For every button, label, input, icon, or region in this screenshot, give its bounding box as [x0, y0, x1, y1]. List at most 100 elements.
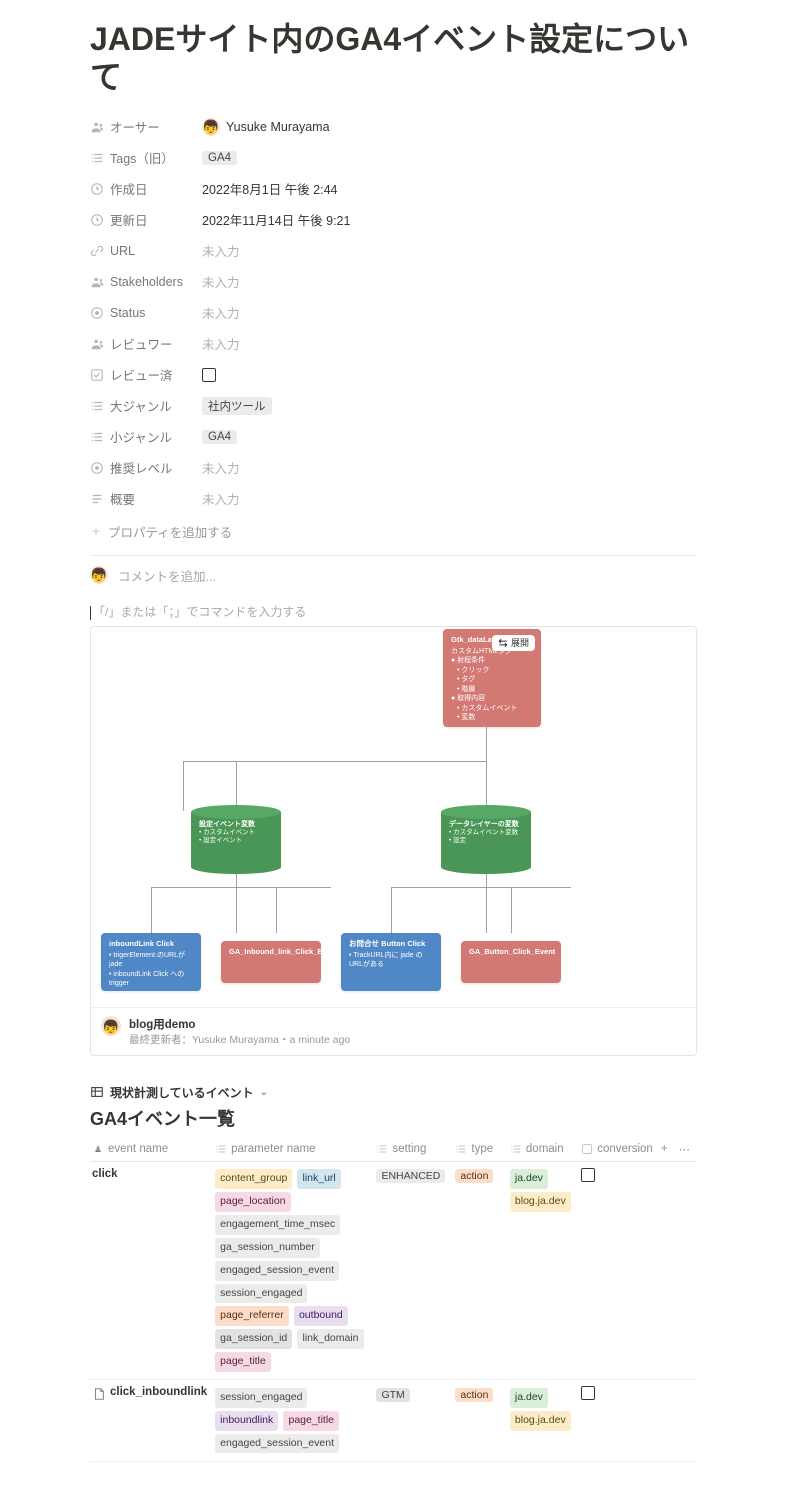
embed-title: blog用demo: [129, 1016, 350, 1032]
col-setting[interactable]: setting: [374, 1137, 453, 1162]
page-title: JADEサイト内のGA4イベント設定について: [90, 20, 697, 97]
people-icon: [90, 120, 104, 134]
tag-chip: ENHANCED: [376, 1169, 445, 1183]
embed-subtitle: 最終更新者：Yusuke Murayama・a minute ago: [129, 1032, 350, 1047]
col-conversion[interactable]: conversion: [579, 1137, 659, 1162]
list-icon: [376, 1143, 388, 1155]
prop-url[interactable]: URL 未入力: [90, 239, 697, 263]
col-parameter[interactable]: parameter name: [213, 1137, 374, 1162]
editor-placeholder[interactable]: 「/」または「；」でコマンドを入力する: [90, 603, 697, 620]
list-icon: [90, 430, 104, 444]
col-domain[interactable]: domain: [508, 1137, 579, 1162]
prop-reviewer[interactable]: レビュワー 未入力: [90, 332, 697, 356]
tag-chip: engaged_session_event: [215, 1434, 339, 1454]
tag-chip: action: [455, 1169, 493, 1183]
diagram-node-b1: inboundLink Click • trigerElement.のURLがj…: [101, 933, 201, 991]
tag-chip: link_url: [297, 1169, 340, 1189]
link-icon: [90, 244, 104, 258]
list-icon: [510, 1143, 522, 1155]
diagram-canvas: 展開 Gtk_dataLayer カスタムHTMLタグ ● 射程条件 • クリッ…: [91, 627, 696, 1007]
list-icon: [215, 1143, 227, 1155]
diagram-node-b4: GA_Button_Click_Event: [461, 941, 561, 983]
tag-chip: blog.ja.dev: [510, 1411, 571, 1431]
tag-chip: session_engaged: [215, 1284, 307, 1304]
text-icon: [90, 492, 104, 506]
diagram-embed[interactable]: 展開 Gtk_dataLayer カスタムHTMLタグ ● 射程条件 • クリッ…: [90, 626, 697, 1056]
avatar: 👦: [90, 566, 108, 584]
tag-chip: inboundlink: [215, 1411, 278, 1431]
tag-chip: engaged_session_event: [215, 1261, 339, 1281]
database-title[interactable]: GA4イベント一覧: [90, 1105, 697, 1131]
tag-chip: action: [455, 1388, 493, 1402]
table-row[interactable]: click_inboundlinksession_engaged inbound…: [90, 1380, 697, 1462]
diagram-node-b2: GA_Inbound_link_Click_Event: [221, 941, 321, 983]
divider: [90, 555, 697, 556]
prop-category[interactable]: 大ジャンル 社内ツール: [90, 394, 697, 418]
prop-owner[interactable]: オーサー 👦Yusuke Murayama: [90, 115, 697, 139]
list-icon: [455, 1143, 467, 1155]
add-comment[interactable]: 👦 コメントを追加...: [90, 566, 697, 585]
avatar: 👦: [202, 118, 220, 136]
prop-updated[interactable]: 更新日 2022年11月14日 午後 9:21: [90, 208, 697, 232]
diagram-node-b3: お問合せ Button Click • TrackURL内に jade のURL…: [341, 933, 441, 991]
tag-chip: ga_session_id: [215, 1329, 292, 1349]
tag-chip: page_location: [215, 1192, 290, 1212]
col-type[interactable]: type: [453, 1137, 508, 1162]
tag-chip: page_title: [215, 1352, 271, 1372]
prop-status[interactable]: Status 未入力: [90, 301, 697, 325]
tag-chip: content_group: [215, 1169, 292, 1189]
list-icon: [90, 399, 104, 413]
table-row[interactable]: clickcontent_group link_url page_locatio…: [90, 1161, 697, 1380]
add-property-button[interactable]: プロパティを追加する: [90, 522, 697, 541]
checkbox-input[interactable]: [202, 368, 216, 382]
prop-created[interactable]: 作成日 2022年8月1日 午後 2:44: [90, 177, 697, 201]
tag-chip: page_title: [283, 1411, 339, 1431]
diagram-node-top: 展開 Gtk_dataLayer カスタムHTMLタグ ● 射程条件 • クリッ…: [443, 629, 541, 727]
col-event-name[interactable]: event name: [90, 1137, 213, 1162]
list-icon: [90, 151, 104, 165]
tag-chip: engagement_time_msec: [215, 1215, 340, 1235]
checkbox-input[interactable]: [581, 1386, 595, 1400]
tag-chip: ja.dev: [510, 1169, 548, 1189]
prop-stakeholders[interactable]: Stakeholders 未入力: [90, 270, 697, 294]
expand-icon: [498, 638, 508, 648]
status-icon: [90, 461, 104, 475]
plus-icon: [90, 525, 102, 537]
tag-chip: ga_session_number: [215, 1238, 320, 1258]
chevron-down-icon: ⌄: [260, 1087, 268, 1098]
database-view-tab[interactable]: 現状計測しているイベント ⌄: [90, 1084, 697, 1101]
checkbox-icon: [90, 368, 104, 382]
diagram-cylinder-left: 設定イベント変数 • カスタムイベント • 設定イベント: [191, 812, 281, 867]
more-button[interactable]: ⋯: [676, 1137, 697, 1162]
text-icon: [92, 1143, 104, 1155]
prop-recommend[interactable]: 推奨レベル 未入力: [90, 456, 697, 480]
table-icon: [90, 1085, 104, 1099]
tag-chip: session_engaged: [215, 1388, 307, 1408]
tag-chip: link_domain: [297, 1329, 363, 1349]
tag-chip: ja.dev: [510, 1388, 548, 1408]
database-table: event name parameter name setting type d…: [90, 1137, 697, 1462]
prop-reviewed[interactable]: レビュー済: [90, 363, 697, 387]
tag-chip: page_referrer: [215, 1306, 289, 1326]
checkbox-icon: [581, 1143, 593, 1155]
prop-tags[interactable]: Tags（旧） GA4: [90, 146, 697, 170]
tag-chip: outbound: [294, 1306, 348, 1326]
people-icon: [90, 275, 104, 289]
tag-chip: GTM: [376, 1388, 409, 1402]
properties-panel: オーサー 👦Yusuke Murayama Tags（旧） GA4 作成日 20…: [90, 115, 697, 541]
people-icon: [90, 337, 104, 351]
checkbox-input[interactable]: [581, 1168, 595, 1182]
embed-footer: 👦 blog用demo 最終更新者：Yusuke Murayama・a minu…: [91, 1007, 696, 1055]
page-icon: [92, 1387, 106, 1401]
status-icon: [90, 306, 104, 320]
tag-chip: blog.ja.dev: [510, 1192, 571, 1212]
tag-chip: GA4: [202, 151, 237, 165]
expand-button[interactable]: 展開: [492, 635, 535, 651]
prop-subcategory[interactable]: 小ジャンル GA4: [90, 425, 697, 449]
clock-icon: [90, 182, 104, 196]
prop-summary[interactable]: 概要 未入力: [90, 487, 697, 511]
clock-icon: [90, 213, 104, 227]
avatar: 👦: [101, 1016, 121, 1036]
diagram-cylinder-right: データレイヤーの変数 • カスタムイベント変数 • 設定: [441, 812, 531, 867]
add-column-button[interactable]: +: [659, 1137, 677, 1162]
